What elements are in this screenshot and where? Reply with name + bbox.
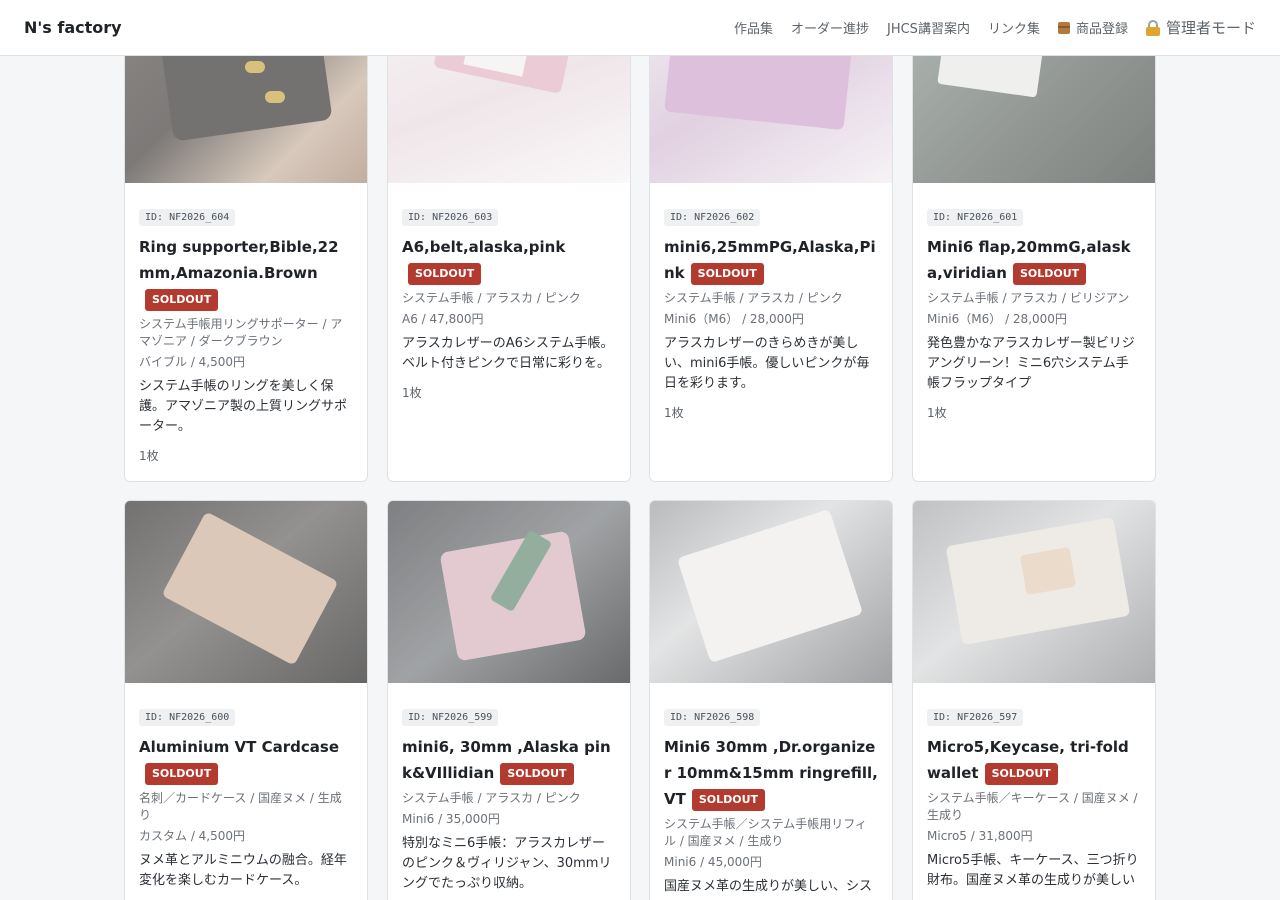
- package-icon: [1057, 21, 1070, 34]
- product-description: Micro5手帳、キーケース、三つ折り財布。国産ヌメ革の生成りが美しい: [927, 853, 1139, 888]
- nav-jhcs-course[interactable]: JHCS講習案内: [887, 18, 970, 37]
- product-title: Micro5,Keycase, tri-fold wallet SOLDOUT: [927, 734, 1141, 786]
- nav-product-register[interactable]: 商品登録: [1057, 18, 1128, 37]
- product-title: Mini6 flap,20mmG,alaska,viridian SOLDOUT: [927, 234, 1141, 286]
- product-price: Micro5 / 31,800円: [927, 829, 1033, 843]
- product-id: ID: NF2026_602: [664, 209, 761, 226]
- soldout-badge: SOLDOUT: [500, 762, 574, 785]
- product-card[interactable]: ID: NF2026_603 A6,belt,alaska,pink SOLDOU…: [387, 0, 631, 482]
- product-title-text: Ring supporter,Bible,22mm,Amazonia.Brown: [139, 238, 339, 282]
- product-title: mini6, 30mm ,Alaska pink&VIllidian SOLDOU…: [402, 734, 616, 786]
- product-price: バイブル / 4,500円: [139, 355, 246, 369]
- product-photo: [650, 501, 892, 683]
- nav-admin-mode[interactable]: 管理者モード: [1145, 17, 1256, 38]
- product-card[interactable]: ID: NF2026_600 Aluminium VT Cardcase SOLD…: [124, 500, 368, 900]
- nav-links-label: リンク集: [987, 22, 1040, 37]
- product-card[interactable]: ID: NF2026_598 Mini6 30mm ,Dr.organizer …: [649, 500, 893, 900]
- soldout-badge: SOLDOUT: [691, 788, 766, 811]
- product-category: システム手帳 / アラスカ / ピンク: [664, 291, 843, 305]
- product-category: システム手帳／システム手帳用リフィル / 国産ヌメ / 生成り: [664, 817, 868, 848]
- product-price: カスタム / 4,500円: [139, 829, 246, 843]
- nav-works[interactable]: 作品集: [734, 18, 773, 37]
- product-title-text: A6,belt,alaska,pink: [402, 238, 566, 256]
- product-card[interactable]: ID: NF2026_599 mini6, 30mm ,Alaska pink&…: [387, 500, 631, 900]
- product-card[interactable]: ID: NF2026_601 Mini6 flap,20mmG,alaska,v…: [912, 0, 1156, 482]
- nav-product-register-label: 商品登録: [1075, 22, 1128, 37]
- product-category: システム手帳 / アラスカ / ピンク: [402, 791, 581, 805]
- product-price: Mini6（M6） / 28,000円: [664, 312, 804, 326]
- product-title: A6,belt,alaska,pink SOLDOUT: [402, 234, 616, 286]
- product-category: システム手帳用リングサポーター / アマゾニア / ダークブラウン: [139, 317, 343, 348]
- product-category: システム手帳 / アラスカ / ピンク: [402, 291, 581, 305]
- brand-logo[interactable]: N's factory: [24, 18, 122, 37]
- product-count: 1枚: [664, 406, 684, 420]
- product-photo: [913, 501, 1155, 683]
- nav-works-label: 作品集: [733, 22, 773, 37]
- product-description: ヌメ革とアルミニウムの融合。経年変化を楽しむカードケース。: [139, 853, 347, 888]
- product-category: システム手帳／キーケース / 国産ヌメ / 生成り: [927, 791, 1138, 822]
- soldout-badge: SOLDOUT: [1012, 262, 1087, 285]
- product-id: ID: NF2026_603: [402, 209, 499, 226]
- product-category: 名刺／カードケース / 国産ヌメ / 生成り: [139, 791, 342, 822]
- product-price: A6 / 47,800円: [402, 312, 484, 326]
- product-title: Ring supporter,Bible,22mm,Amazonia.Brown…: [139, 234, 353, 312]
- product-count: 1枚: [402, 386, 422, 400]
- product-description: アラスカレザーのA6システム手帳。ベルト付きピンクで日常に彩りを。: [402, 336, 614, 371]
- product-photo: [125, 501, 367, 683]
- product-id: ID: NF2026_599: [402, 709, 499, 726]
- product-title-text: Aluminium VT Cardcase: [139, 738, 339, 756]
- product-price: Mini6 / 35,000円: [402, 812, 500, 826]
- product-description: システム手帳のリングを美しく保護。アマゾニア製の上質リングサポーター。: [139, 379, 348, 434]
- product-category: システム手帳 / アラスカ / ビリジアン: [927, 291, 1130, 305]
- product-count: 1枚: [139, 449, 159, 463]
- product-card[interactable]: ID: NF2026_597 Micro5,Keycase, tri-fold …: [912, 500, 1156, 900]
- soldout-badge: SOLDOUT: [408, 262, 482, 285]
- product-description: 発色豊かなアラスカレザー製ビリジアングリーン！ミニ6穴システム手帳フラップタイプ: [927, 336, 1135, 391]
- soldout-badge: SOLDOUT: [690, 262, 764, 285]
- product-title: mini6,25mmPG,Alaska,Pink SOLDOUT: [664, 234, 878, 286]
- product-card[interactable]: ID: NF2026_602 mini6,25mmPG,Alaska,Pink S…: [649, 0, 893, 482]
- soldout-badge: SOLDOUT: [145, 288, 219, 311]
- product-card[interactable]: ID: NF2026_604 Ring supporter,Bible,22mm…: [124, 0, 368, 482]
- product-photo: [388, 501, 630, 683]
- product-id: ID: NF2026_598: [664, 709, 761, 726]
- product-description: アラスカレザーのきらめきが美しい、mini6手帳。優しいピンクが毎日を彩ります。: [664, 336, 870, 391]
- product-description: 特別なミニ6手帳：アラスカレザーのピンク＆ヴィリジャン、30mmリングでたっぷり…: [402, 836, 612, 891]
- nav-jhcs-course-label: JHCS講習案内: [887, 22, 970, 37]
- main-nav: 作品集 オーダー進捗 JHCS講習案内 リンク集 商品登録 管理者モード: [734, 17, 1256, 38]
- soldout-badge: SOLDOUT: [984, 762, 1058, 785]
- product-id: ID: NF2026_597: [927, 709, 1024, 726]
- product-price: Mini6（M6） / 28,000円: [927, 312, 1067, 326]
- product-id: ID: NF2026_600: [139, 709, 236, 726]
- product-price: Mini6 / 45,000円: [664, 855, 762, 869]
- product-count: 1枚: [927, 406, 947, 420]
- nav-order-progress-label: オーダー進捗: [790, 22, 869, 37]
- nav-links[interactable]: リンク集: [988, 18, 1040, 37]
- nav-admin-mode-label: 管理者モード: [1165, 19, 1256, 37]
- product-title: Mini6 30mm ,Dr.organizer 10mm&15mm ringr…: [664, 734, 878, 812]
- product-id: ID: NF2026_601: [927, 209, 1024, 226]
- nav-order-progress[interactable]: オーダー進捗: [791, 18, 869, 37]
- soldout-badge: SOLDOUT: [145, 762, 219, 785]
- product-description: 国産ヌメ革の生成りが美しい、シス: [664, 879, 873, 894]
- product-title: Aluminium VT Cardcase SOLDOUT: [139, 734, 353, 786]
- lock-icon: [1145, 19, 1160, 36]
- top-header: N's factory 作品集 オーダー進捗 JHCS講習案内 リンク集 商品登…: [0, 0, 1280, 56]
- product-id: ID: NF2026_604: [139, 209, 236, 226]
